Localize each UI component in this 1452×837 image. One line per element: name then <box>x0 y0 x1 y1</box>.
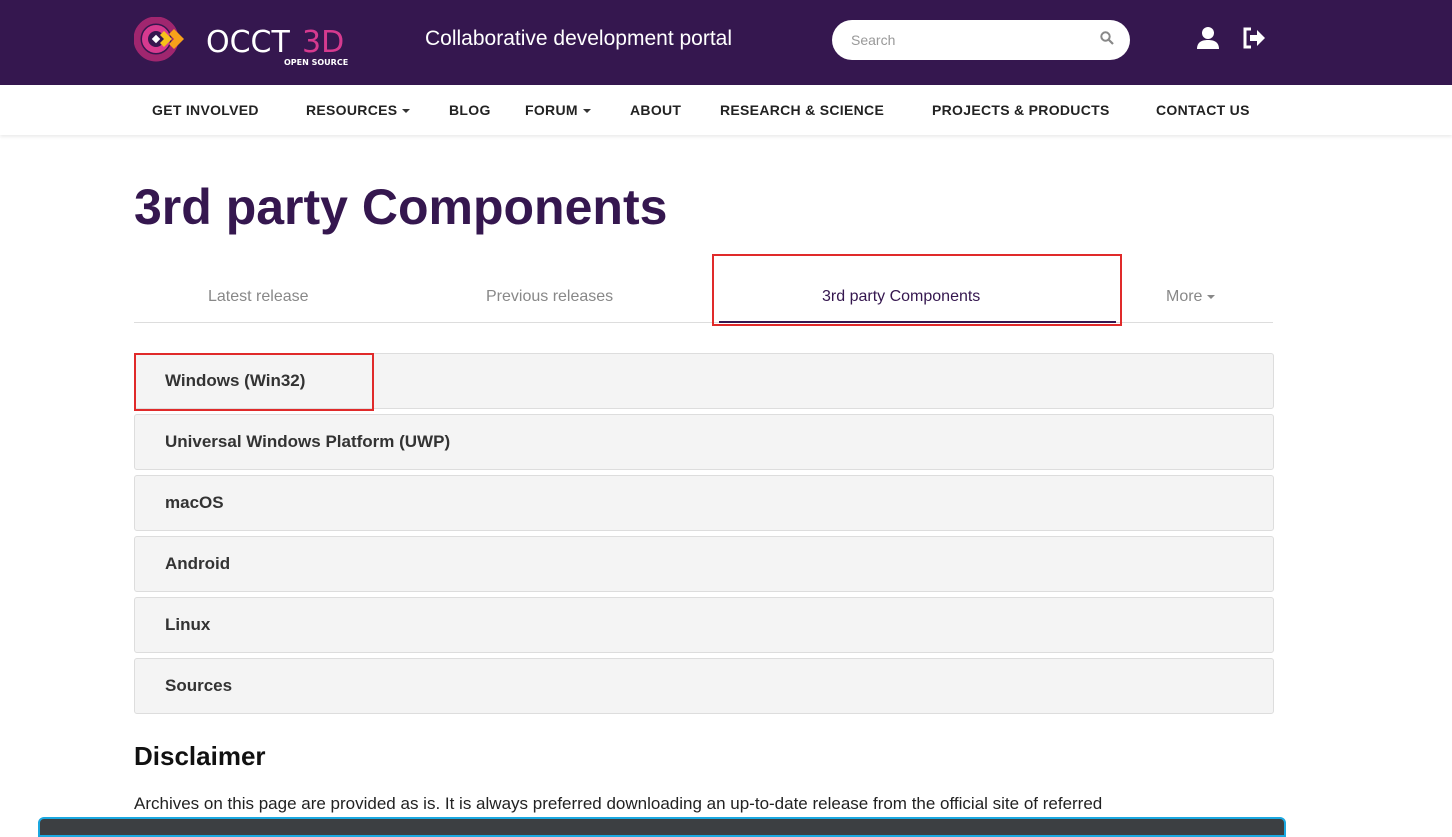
nav-resources[interactable]: RESOURCES <box>306 102 411 118</box>
top-header: OCCT 3D OPEN SOURCE Collaborative develo… <box>0 0 1452 85</box>
user-icon[interactable] <box>1196 26 1220 54</box>
nav-get-involved[interactable]: GET INVOLVED <box>152 102 259 118</box>
panel-sources[interactable]: Sources <box>134 658 1274 714</box>
caret-down-icon <box>1207 294 1216 299</box>
panel-title: Android <box>165 554 231 573</box>
occt3d-logo[interactable]: OCCT 3D OPEN SOURCE <box>133 16 359 69</box>
tab-more[interactable]: More <box>1166 288 1216 306</box>
caret-down-icon <box>582 109 591 114</box>
search-input[interactable]: Search <box>832 20 1130 60</box>
caret-down-icon <box>402 109 411 114</box>
tab-more-label: More <box>1166 288 1203 305</box>
tab-latest-release[interactable]: Latest release <box>208 288 309 306</box>
highlight-box <box>712 254 1122 326</box>
nav-blog[interactable]: BLOG <box>449 102 491 118</box>
nav-contact-us[interactable]: CONTACT US <box>1156 102 1250 118</box>
panel-title: Linux <box>165 615 211 634</box>
panel-title: Sources <box>165 676 233 695</box>
panel-title: macOS <box>165 493 224 512</box>
nav-forum-label: FORUM <box>525 102 578 118</box>
disclaimer-text: Archives on this page are provided as is… <box>134 794 1103 813</box>
nav-projects-products[interactable]: PROJECTS & PRODUCTS <box>932 102 1110 118</box>
panel-macos[interactable]: macOS <box>134 475 1274 531</box>
svg-text:OPEN SOURCE: OPEN SOURCE <box>284 58 348 67</box>
highlight-box <box>134 353 374 411</box>
panel-android[interactable]: Android <box>134 536 1274 592</box>
nav-resources-label: RESOURCES <box>306 102 398 118</box>
search-icon[interactable] <box>1100 31 1114 49</box>
nav-research-science[interactable]: RESEARCH & SCIENCE <box>720 102 884 118</box>
panel-uwp[interactable]: Universal Windows Platform (UWP) <box>134 414 1274 470</box>
logout-icon[interactable] <box>1242 27 1266 53</box>
nav-forum[interactable]: FORUM <box>525 102 591 118</box>
panel-linux[interactable]: Linux <box>134 597 1274 653</box>
bottom-overlay-bar <box>38 817 1286 837</box>
page-title: 3rd party Components <box>134 179 668 235</box>
tagline: Collaborative development portal <box>425 27 733 50</box>
nav-about[interactable]: ABOUT <box>630 102 681 118</box>
search-placeholder: Search <box>851 32 896 48</box>
svg-text:3D: 3D <box>302 25 344 60</box>
tab-previous-releases[interactable]: Previous releases <box>486 288 613 306</box>
main-nav: GET INVOLVED RESOURCES BLOG FORUM ABOUT … <box>0 85 1452 135</box>
logo-text: OCCT <box>206 25 291 60</box>
disclaimer-title: Disclaimer <box>134 741 266 771</box>
panel-title: Universal Windows Platform (UWP) <box>165 432 451 451</box>
